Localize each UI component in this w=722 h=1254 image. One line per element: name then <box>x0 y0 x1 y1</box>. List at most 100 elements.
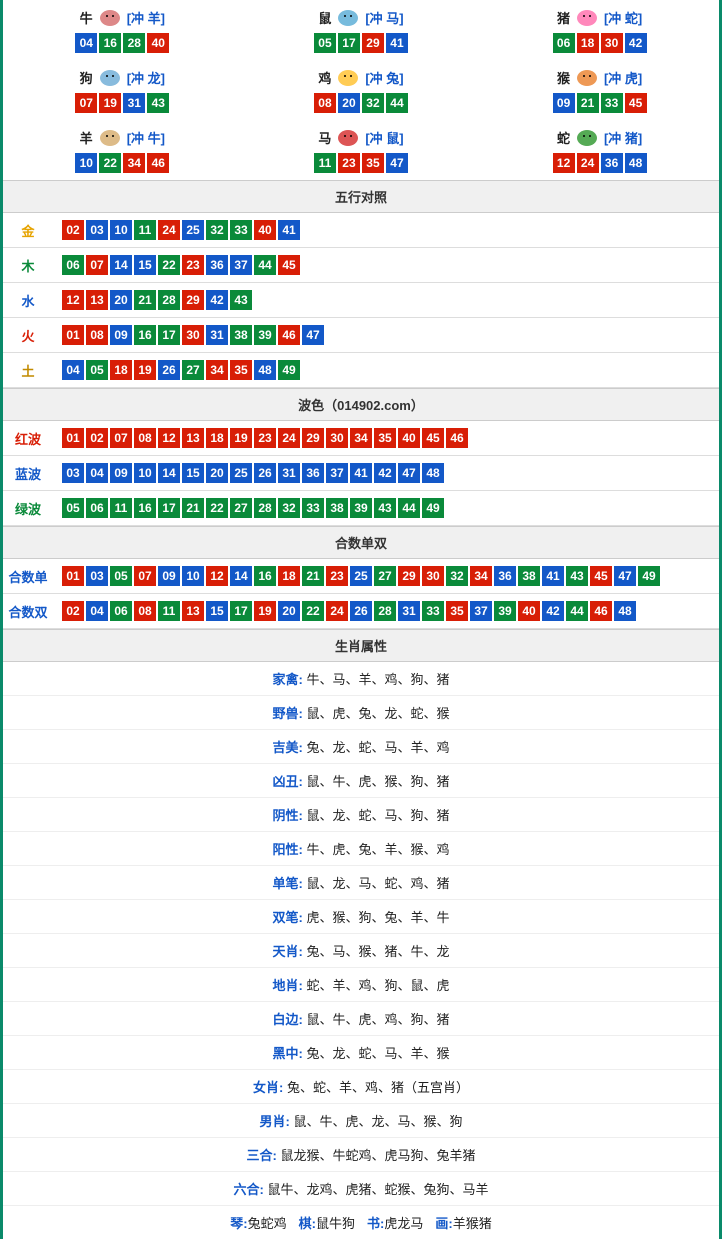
number-ball: 22 <box>99 153 121 173</box>
attr-value: 牛、马、羊、鸡、狗、猪 <box>306 672 449 687</box>
number-ball: 19 <box>230 428 252 448</box>
number-ball: 11 <box>158 601 180 621</box>
number-ball: 36 <box>601 153 623 173</box>
number-ball: 25 <box>182 220 204 240</box>
monkey-icon <box>572 66 602 88</box>
number-ball: 13 <box>182 601 204 621</box>
number-ball: 24 <box>326 601 348 621</box>
zodiac-name: 猴 <box>557 68 570 87</box>
wuxing-balls: 06071415222336374445 <box>53 254 719 276</box>
number-ball: 09 <box>110 463 132 483</box>
number-ball: 23 <box>182 255 204 275</box>
number-ball: 35 <box>362 153 384 173</box>
number-ball: 01 <box>62 428 84 448</box>
zodiac-name: 鼠 <box>318 8 331 27</box>
attr-row: 天肖: 兔、马、猴、猪、牛、龙 <box>3 934 719 968</box>
number-ball: 37 <box>230 255 252 275</box>
number-ball: 34 <box>350 428 372 448</box>
number-ball: 21 <box>577 93 599 113</box>
zodiac-name: 狗 <box>80 68 93 87</box>
pig-icon <box>572 6 602 28</box>
number-ball: 19 <box>254 601 276 621</box>
zodiac-cell: 鼠[冲 马]05172941 <box>242 0 481 60</box>
number-ball: 33 <box>302 498 324 518</box>
heshu-balls: 0103050709101214161821232527293032343638… <box>53 565 719 587</box>
attr-row: 阳性: 牛、虎、兔、羊、猴、鸡 <box>3 832 719 866</box>
attr-row: 男肖: 鼠、牛、虎、龙、马、猴、狗 <box>3 1104 719 1138</box>
number-ball: 22 <box>302 601 324 621</box>
attr-label: 六合: <box>234 1182 264 1197</box>
number-ball: 16 <box>99 33 121 53</box>
zodiac-balls: 04162840 <box>3 32 242 54</box>
number-ball: 32 <box>278 498 300 518</box>
number-ball: 24 <box>278 428 300 448</box>
horse-icon <box>333 126 363 148</box>
number-ball: 38 <box>230 325 252 345</box>
number-ball: 09 <box>553 93 575 113</box>
number-ball: 48 <box>254 360 276 380</box>
number-ball: 26 <box>254 463 276 483</box>
qqsh-value: 鼠牛狗 <box>316 1216 355 1231</box>
zodiac-name: 鸡 <box>318 68 331 87</box>
attr-row: 凶丑: 鼠、牛、虎、猴、狗、猪 <box>3 764 719 798</box>
attr-label: 凶丑: <box>273 774 303 789</box>
qqsh-item: 棋:鼠牛狗 <box>299 1213 355 1232</box>
attr-value: 兔、蛇、羊、鸡、猪（五宫肖） <box>287 1080 469 1095</box>
number-ball: 06 <box>553 33 575 53</box>
number-ball: 42 <box>374 463 396 483</box>
number-ball: 47 <box>398 463 420 483</box>
number-ball: 29 <box>398 566 420 586</box>
attr-row: 野兽: 鼠、虎、兔、龙、蛇、猴 <box>3 696 719 730</box>
number-ball: 18 <box>278 566 300 586</box>
zodiac-grid: 牛[冲 羊]04162840鼠[冲 马]05172941猪[冲 蛇]061830… <box>3 0 719 180</box>
number-ball: 02 <box>62 601 84 621</box>
number-ball: 42 <box>206 290 228 310</box>
number-ball: 17 <box>338 33 360 53</box>
number-ball: 45 <box>422 428 444 448</box>
number-ball: 07 <box>110 428 132 448</box>
zodiac-conflict: [冲 兔] <box>365 68 403 87</box>
attr-label: 单笔: <box>273 876 303 891</box>
number-ball: 22 <box>158 255 180 275</box>
attr-label: 三合: <box>247 1148 277 1163</box>
number-ball: 08 <box>86 325 108 345</box>
zodiac-name: 羊 <box>80 128 93 147</box>
number-ball: 47 <box>386 153 408 173</box>
number-ball: 40 <box>147 33 169 53</box>
number-ball: 17 <box>158 325 180 345</box>
number-ball: 21 <box>302 566 324 586</box>
attr-row: 双笔: 虎、猴、狗、兔、羊、牛 <box>3 900 719 934</box>
number-ball: 43 <box>230 290 252 310</box>
number-ball: 31 <box>278 463 300 483</box>
number-ball: 23 <box>326 566 348 586</box>
number-ball: 33 <box>422 601 444 621</box>
heshu-label: 合数单 <box>3 567 53 586</box>
rooster-icon <box>333 66 363 88</box>
zodiac-name: 猪 <box>557 8 570 27</box>
number-ball: 03 <box>62 463 84 483</box>
number-ball: 08 <box>134 428 156 448</box>
attr-value: 鼠、龙、马、蛇、鸡、猪 <box>306 876 449 891</box>
number-ball: 42 <box>542 601 564 621</box>
number-ball: 15 <box>182 463 204 483</box>
attr-row: 地肖: 蛇、羊、鸡、狗、鼠、虎 <box>3 968 719 1002</box>
number-ball: 24 <box>577 153 599 173</box>
attr-label: 野兽: <box>273 706 303 721</box>
attr-value: 鼠龙猴、牛蛇鸡、虎马狗、兔羊猪 <box>280 1148 475 1163</box>
number-ball: 05 <box>110 566 132 586</box>
number-ball: 40 <box>518 601 540 621</box>
attr-row: 吉美: 兔、龙、蛇、马、羊、鸡 <box>3 730 719 764</box>
qqsh-row: 琴:兔蛇鸡棋:鼠牛狗书:虎龙马画:羊猴猪 <box>3 1206 719 1239</box>
attr-label: 天肖: <box>273 944 303 959</box>
zodiac-conflict: [冲 蛇] <box>604 8 642 27</box>
number-ball: 14 <box>230 566 252 586</box>
number-ball: 47 <box>614 566 636 586</box>
wuxing-label: 金 <box>3 221 53 240</box>
number-ball: 23 <box>338 153 360 173</box>
number-ball: 22 <box>206 498 228 518</box>
number-ball: 35 <box>374 428 396 448</box>
number-ball: 20 <box>338 93 360 113</box>
number-ball: 24 <box>158 220 180 240</box>
wuxing-balls: 0108091617303138394647 <box>53 324 719 346</box>
number-ball: 34 <box>206 360 228 380</box>
